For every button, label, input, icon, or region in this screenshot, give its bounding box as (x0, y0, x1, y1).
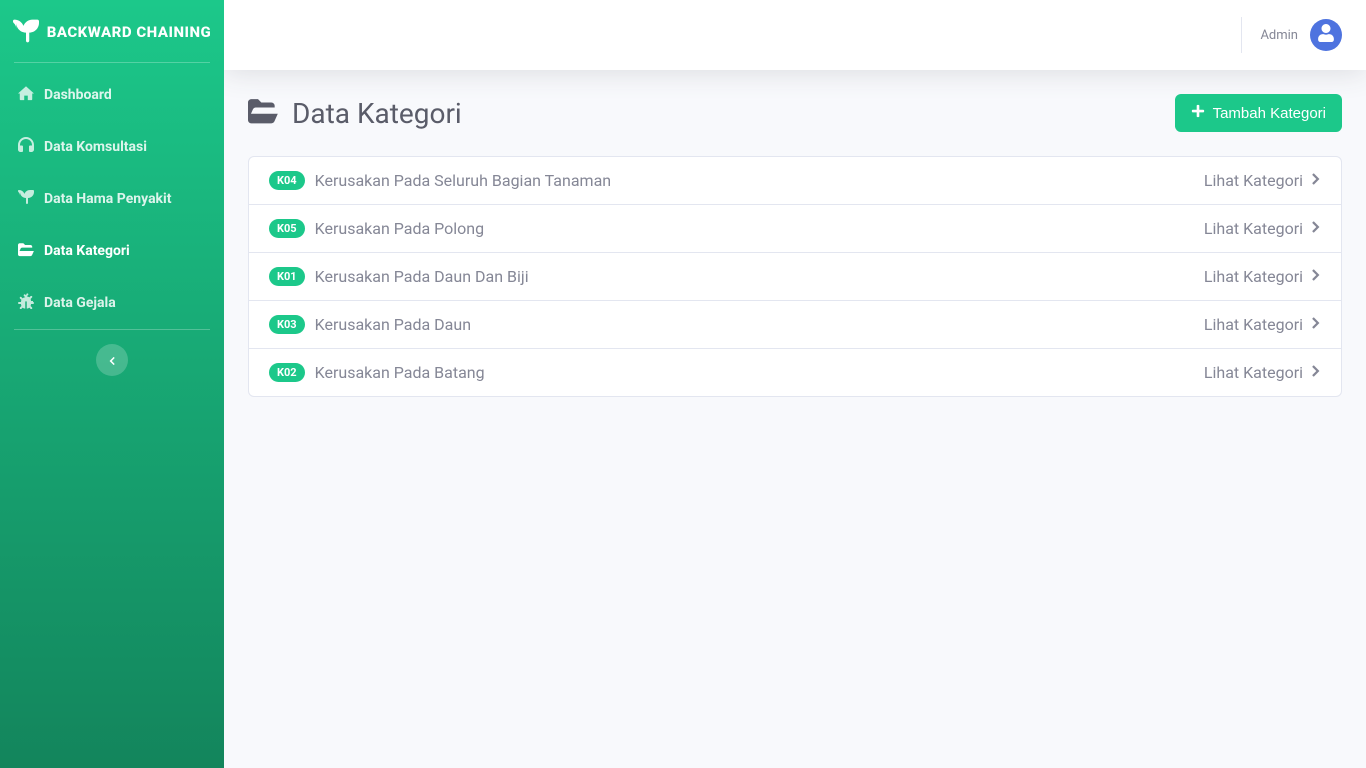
category-code-badge: K04 (269, 171, 305, 190)
sidebar-item-label: Data Hama Penyakit (44, 191, 171, 207)
sidebar: BACKWARD CHAINING Dashboard Data Komsult… (0, 0, 224, 768)
chevron-right-icon (1311, 267, 1321, 286)
topbar: Admin (224, 0, 1366, 70)
chevron-right-icon (1311, 219, 1321, 238)
view-category-link[interactable]: Lihat Kategori (1204, 219, 1321, 238)
view-category-link[interactable]: Lihat Kategori (1204, 171, 1321, 190)
page-header: Data Kategori Tambah Kategori (248, 94, 1342, 132)
category-code-badge: K02 (269, 363, 305, 382)
view-category-label: Lihat Kategori (1204, 171, 1303, 190)
category-name: Kerusakan Pada Daun Dan Biji (315, 267, 529, 286)
headset-icon (18, 137, 34, 157)
sidebar-item-label: Dashboard (44, 87, 112, 103)
chevron-left-icon (107, 351, 117, 370)
category-name: Kerusakan Pada Polong (315, 219, 485, 238)
page: Data Kategori Tambah Kategori K04 Kerusa… (224, 70, 1366, 768)
view-category-label: Lihat Kategori (1204, 363, 1303, 382)
sidebar-item-label: Data Komsultasi (44, 139, 147, 155)
chevron-right-icon (1311, 363, 1321, 382)
sidebar-item-hama[interactable]: Data Hama Penyakit (0, 173, 224, 225)
list-item: K02 Kerusakan Pada Batang Lihat Kategori (249, 348, 1341, 396)
user-icon (1317, 24, 1335, 46)
chevron-right-icon (1311, 171, 1321, 190)
home-icon (18, 85, 34, 105)
sidebar-item-label: Data Gejala (44, 295, 116, 311)
view-category-label: Lihat Kategori (1204, 219, 1303, 238)
seedling-icon (13, 18, 39, 48)
content: Admin Data Kategori Tambah Kategori K04 … (224, 0, 1366, 768)
chevron-right-icon (1311, 315, 1321, 334)
category-name: Kerusakan Pada Daun (315, 315, 471, 334)
brand[interactable]: BACKWARD CHAINING (0, 0, 224, 62)
sidebar-item-label: Data Kategori (44, 243, 130, 259)
category-code-badge: K01 (269, 267, 305, 286)
sidebar-collapse-button[interactable] (96, 344, 128, 376)
plus-icon (1191, 104, 1205, 122)
list-item: K05 Kerusakan Pada Polong Lihat Kategori (249, 204, 1341, 252)
view-category-link[interactable]: Lihat Kategori (1204, 267, 1321, 286)
add-category-label: Tambah Kategori (1213, 105, 1326, 122)
divider (1241, 17, 1242, 53)
nav: Dashboard Data Komsultasi Data Hama Peny… (0, 69, 224, 329)
category-name: Kerusakan Pada Batang (315, 363, 485, 382)
view-category-link[interactable]: Lihat Kategori (1204, 363, 1321, 382)
user-name: Admin (1260, 28, 1298, 43)
bug-icon (18, 293, 34, 313)
add-category-button[interactable]: Tambah Kategori (1175, 94, 1342, 132)
page-title-text: Data Kategori (292, 97, 462, 130)
category-code-badge: K05 (269, 219, 305, 238)
list-item: K03 Kerusakan Pada Daun Lihat Kategori (249, 300, 1341, 348)
category-code-badge: K03 (269, 315, 305, 334)
view-category-label: Lihat Kategori (1204, 315, 1303, 334)
avatar (1310, 19, 1342, 51)
folder-open-icon (18, 241, 34, 261)
list-item: K01 Kerusakan Pada Daun Dan Biji Lihat K… (249, 252, 1341, 300)
category-name: Kerusakan Pada Seluruh Bagian Tanaman (315, 171, 611, 190)
sidebar-item-komsultasi[interactable]: Data Komsultasi (0, 121, 224, 173)
sidebar-item-kategori[interactable]: Data Kategori (0, 225, 224, 277)
brand-text: BACKWARD CHAINING (47, 23, 212, 43)
divider (14, 62, 210, 63)
list-item: K04 Kerusakan Pada Seluruh Bagian Tanama… (249, 157, 1341, 204)
view-category-link[interactable]: Lihat Kategori (1204, 315, 1321, 334)
sidebar-item-gejala[interactable]: Data Gejala (0, 277, 224, 329)
folder-open-icon (248, 95, 278, 132)
sidebar-item-dashboard[interactable]: Dashboard (0, 69, 224, 121)
page-title: Data Kategori (248, 95, 462, 132)
leaf-icon (18, 189, 34, 209)
category-list: K04 Kerusakan Pada Seluruh Bagian Tanama… (248, 156, 1342, 397)
view-category-label: Lihat Kategori (1204, 267, 1303, 286)
user-menu[interactable]: Admin (1260, 19, 1342, 51)
